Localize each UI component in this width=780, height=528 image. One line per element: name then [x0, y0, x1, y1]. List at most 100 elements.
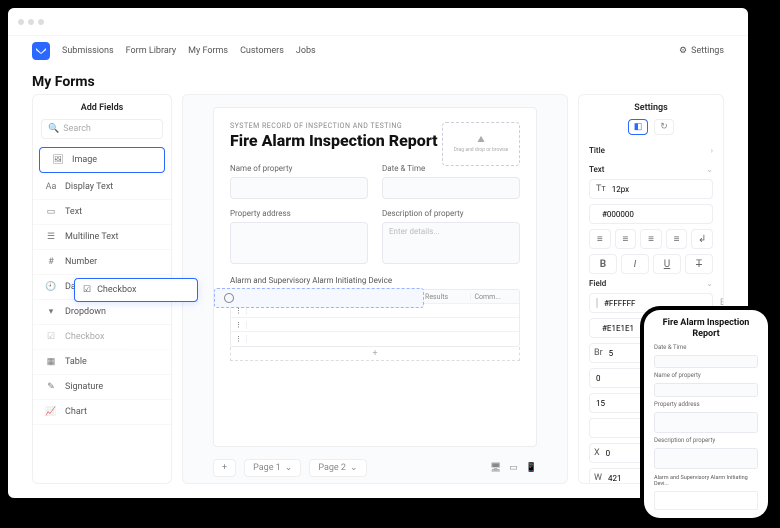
logo-dropzone[interactable]: ⛰ Drag and drop or browse — [442, 122, 520, 166]
field-type-label: Number — [65, 257, 97, 267]
chart-icon: 📈 — [45, 406, 57, 418]
canvas-dropzone[interactable] — [214, 288, 424, 308]
align-left[interactable]: ≡ — [589, 229, 611, 249]
chevron-down-icon — [706, 279, 713, 288]
logo-hint: Drag and drop or browse — [454, 147, 509, 153]
textarea-input[interactable]: Enter details... — [382, 222, 520, 264]
align-right[interactable]: ≡ — [640, 229, 662, 249]
field-label: Name of property — [230, 164, 368, 173]
desktop-preview-icon[interactable]: 🖥 — [490, 463, 501, 473]
table-row[interactable]: ⋮ — [231, 318, 519, 332]
field-property-address[interactable]: Property address — [230, 209, 368, 264]
field-type-label: Dropdown — [65, 307, 106, 317]
field-search[interactable]: 🔍 Search — [41, 119, 163, 139]
bold-button[interactable]: B — [589, 254, 617, 274]
text-input[interactable] — [230, 177, 368, 199]
settings-tabs: ◧ ↻ — [579, 119, 723, 135]
add-page-button[interactable]: + — [213, 459, 236, 477]
nav-submissions[interactable]: Submissions — [62, 46, 114, 56]
field-type-label: Display Text — [65, 182, 113, 192]
field-type-display-text[interactable]: AaDisplay Text — [33, 175, 171, 200]
settings-title: Settings — [579, 95, 723, 119]
field-type-signature[interactable]: ✎Signature — [33, 375, 171, 400]
mobile-table — [654, 491, 758, 510]
chevron-down-icon — [285, 463, 293, 473]
tab-style[interactable]: ◧ — [628, 119, 648, 135]
app-window: Submissions Form Library My Forms Custom… — [8, 8, 748, 498]
x-label: X — [594, 448, 600, 458]
search-placeholder: Search — [63, 124, 91, 134]
table-add-row[interactable]: + — [230, 347, 520, 361]
field-type-label: Chart — [65, 407, 87, 417]
table-row[interactable]: ⋮ — [231, 332, 519, 346]
mobile-input — [654, 383, 758, 396]
gear-icon — [679, 46, 687, 56]
nav-customers[interactable]: Customers — [240, 46, 284, 56]
search-icon: 🔍 — [48, 124, 59, 134]
tab-logic[interactable]: ↻ — [654, 119, 674, 135]
w-label: W — [594, 473, 602, 483]
section-text[interactable]: Text — [579, 160, 723, 179]
field-type-text[interactable]: ▭Text — [33, 200, 171, 225]
table-icon: ▦ — [45, 356, 57, 368]
add-fields-title: Add Fields — [33, 95, 171, 119]
text-icon: ▭ — [45, 206, 57, 218]
align-center[interactable]: ≡ — [615, 229, 637, 249]
section-field[interactable]: Field — [579, 274, 723, 293]
text-color-input[interactable] — [589, 204, 713, 224]
page-title: My Forms — [8, 66, 748, 94]
field-label: Description of property — [382, 209, 520, 218]
mobile-label: Property address — [654, 401, 758, 408]
field-type-image[interactable]: 🖼Image — [39, 147, 165, 173]
mobile-label: Description of property — [654, 437, 758, 444]
wrap-toggle[interactable]: ↲ — [691, 229, 713, 249]
mountain-icon: ⛰ — [477, 135, 485, 145]
nav-settings[interactable]: Settings — [679, 46, 724, 56]
style-row: B I U T — [589, 254, 713, 274]
font-size-icon: Tт — [596, 184, 606, 194]
font-size-input[interactable]: Tт — [589, 179, 713, 199]
underline-button[interactable]: U — [653, 254, 681, 274]
chevron-right-icon — [711, 146, 713, 155]
col: Results — [421, 293, 471, 301]
section-label: Text — [589, 165, 604, 174]
color-swatch — [596, 298, 598, 308]
dragging-field-chip[interactable]: ☑ Checkbox — [74, 278, 198, 302]
datetime-icon: 🕘 — [45, 281, 57, 293]
br-label: Br — [594, 348, 603, 358]
italic-button[interactable]: I — [621, 254, 649, 274]
nav-jobs[interactable]: Jobs — [296, 46, 316, 56]
page-tab-label: Page 1 — [253, 463, 281, 473]
field-type-dropdown[interactable]: ▾ Dropdown — [33, 300, 171, 325]
field-type-chart[interactable]: 📈 Chart — [33, 400, 171, 425]
field-name-of-property[interactable]: Name of property — [230, 164, 368, 199]
mobile-preview-icon[interactable]: 📱 — [526, 463, 537, 473]
field-type-checkbox[interactable]: ☑Checkbox — [33, 325, 171, 350]
multiline-icon: ☰ — [45, 231, 57, 243]
field-label: Property address — [230, 209, 368, 218]
align-row: ≡ ≡ ≡ ≡ ↲ — [589, 229, 713, 249]
nav-form-library[interactable]: Form Library — [126, 46, 176, 56]
nav-my-forms[interactable]: My Forms — [188, 46, 228, 56]
field-date-time[interactable]: Date & Time — [382, 164, 520, 199]
field-type-multiline[interactable]: ☰Multiline Text — [33, 225, 171, 250]
tablet-preview-icon[interactable]: ▭ — [509, 463, 518, 473]
page-2-tab[interactable]: Page 2 — [309, 459, 366, 477]
field-type-number[interactable]: #Number — [33, 250, 171, 275]
dragging-field-label: Checkbox — [97, 285, 136, 295]
section-title[interactable]: Title — [579, 141, 723, 160]
field-type-table[interactable]: ▦Table — [33, 350, 171, 375]
app-logo-icon — [32, 42, 50, 60]
align-justify[interactable]: ≡ — [666, 229, 688, 249]
field-description[interactable]: Description of property Enter details... — [382, 209, 520, 264]
canvas-footer: + Page 1 Page 2 🖥 ▭ 📱 — [213, 459, 537, 477]
dropdown-icon: ▾ — [45, 306, 57, 318]
textarea-input[interactable] — [230, 222, 368, 264]
mobile-form-title: Fire Alarm Inspection Report — [654, 318, 758, 340]
strike-button[interactable]: T — [685, 254, 713, 274]
form-card[interactable]: SYSTEM RECORD OF INSPECTION AND TESTING … — [213, 107, 537, 447]
page-1-tab[interactable]: Page 1 — [244, 459, 301, 477]
field-type-label: Image — [72, 155, 97, 165]
mobile-textarea — [654, 448, 758, 469]
text-input[interactable] — [382, 177, 520, 199]
